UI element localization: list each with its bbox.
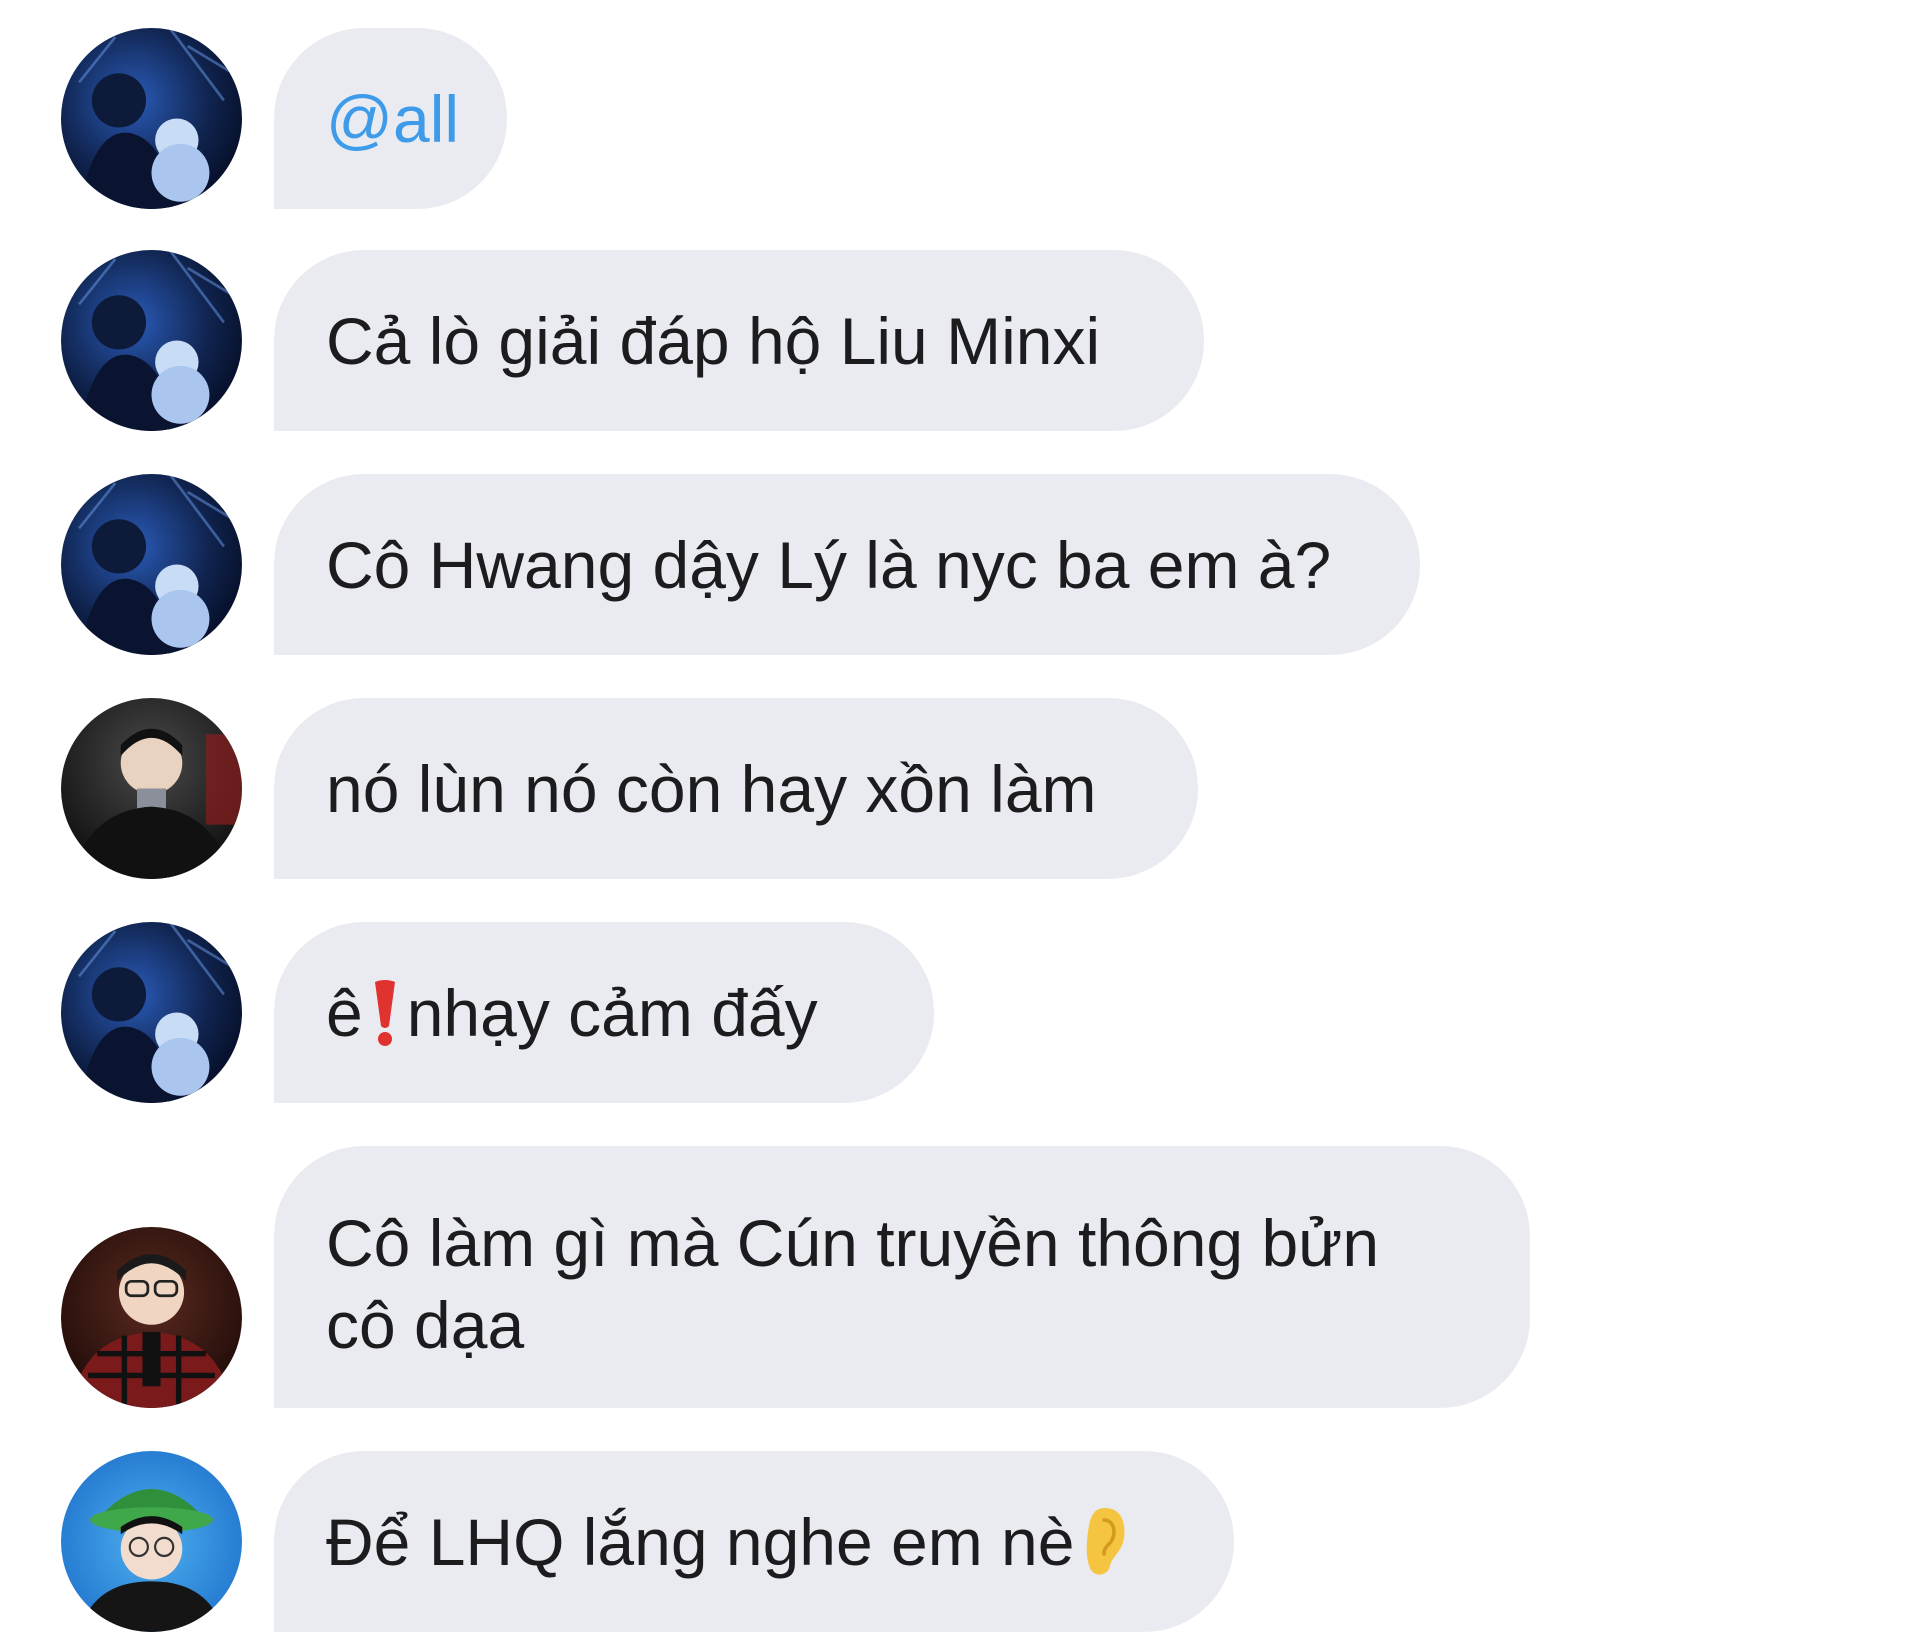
message-row: @all <box>0 28 1920 209</box>
red-exclamation-icon <box>371 978 399 1048</box>
ear-icon <box>1082 1506 1128 1578</box>
green-hat-avatar[interactable] <box>61 1451 242 1632</box>
blue-night-avatar[interactable] <box>61 250 242 431</box>
message-text: Cả lò giải đáp hộ Liu Minxi <box>326 303 1101 378</box>
message-row: Cô làm gì mà Cún truyền thông bửn cô dạa <box>0 1146 1920 1408</box>
message-bubble[interactable]: Cô làm gì mà Cún truyền thông bửn cô dạa <box>274 1146 1530 1408</box>
red-plaid-avatar[interactable] <box>61 1227 242 1408</box>
message-bubble[interactable]: ê nhạy cảm đấy <box>274 922 934 1103</box>
dark-coat-avatar[interactable] <box>61 698 242 879</box>
message-bubble[interactable]: @all <box>274 28 507 209</box>
message-text: Cô làm gì mà Cún truyền thông bửn cô dạa <box>326 1202 1379 1366</box>
message-bubble[interactable]: nó lùn nó còn hay xồn làm <box>274 698 1198 879</box>
message-row: Cả lò giải đáp hộ Liu Minxi <box>0 250 1920 431</box>
blue-night-avatar[interactable] <box>61 922 242 1103</box>
message-bubble[interactable]: Cô Hwang dậy Lý là nyc ba em à? <box>274 474 1420 655</box>
message-text: ê <box>326 975 363 1050</box>
message-row: ê nhạy cảm đấy <box>0 922 1920 1103</box>
blue-night-avatar[interactable] <box>61 28 242 209</box>
chat-thread: @all Cả lò giải đáp hộ Liu Minxi Cô Hwan… <box>0 0 1920 1632</box>
message-text: Để LHQ lắng nghe em nè <box>326 1504 1075 1579</box>
message-line: cô dạa <box>326 1288 525 1362</box>
message-row: Để LHQ lắng nghe em nè <box>0 1451 1920 1632</box>
message-row: nó lùn nó còn hay xồn làm <box>0 698 1920 879</box>
message-bubble[interactable]: Cả lò giải đáp hộ Liu Minxi <box>274 250 1204 431</box>
message-text: nhạy cảm đấy <box>406 975 818 1050</box>
message-text: Cô Hwang dậy Lý là nyc ba em à? <box>326 527 1332 602</box>
mention-all[interactable]: @all <box>326 78 459 160</box>
message-row: Cô Hwang dậy Lý là nyc ba em à? <box>0 474 1920 655</box>
message-text: nó lùn nó còn hay xồn làm <box>326 751 1097 826</box>
message-line: Cô làm gì mà Cún truyền thông bửn <box>326 1206 1380 1280</box>
message-bubble[interactable]: Để LHQ lắng nghe em nè <box>274 1451 1234 1632</box>
blue-night-avatar[interactable] <box>61 474 242 655</box>
